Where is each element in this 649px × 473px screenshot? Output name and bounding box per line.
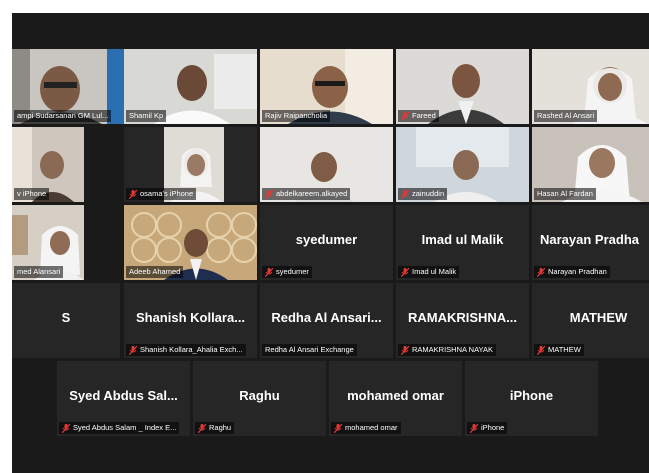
participant-display-name: iPhone [509,388,554,403]
mic-muted-icon [401,189,409,199]
participant-tile[interactable]: syedumer syedumer [260,205,393,280]
participant-display-name: mohamed omar [347,388,444,403]
mic-muted-icon [265,189,273,199]
participant-display-name: Syed Abdus Sal... [69,388,178,403]
mic-muted-icon [62,423,70,433]
participant-display-name: RAMAKRISHNA... [407,310,518,325]
mic-muted-icon [129,345,137,355]
mic-muted-icon [334,423,342,433]
mic-muted-icon [198,423,206,433]
participant-tile[interactable]: zainuddin [396,127,529,202]
participant-name-label: zainuddin [398,188,448,200]
participant-tile[interactable]: Narayan Pradha Narayan Pradhan [532,205,649,280]
mic-muted-icon [537,345,545,355]
participant-tile[interactable]: Fareed [396,49,529,124]
participant-tile[interactable]: Adeeb Ahamed [124,205,257,280]
participant-tile[interactable]: Hasan Al Fardan [532,127,649,202]
participant-display-name: syedumer [295,232,358,247]
participant-name-label: Narayan Pradhan [534,266,610,278]
participant-name-label: Shamil Kp [126,110,167,122]
participant-tile[interactable]: RAMAKRISHNA... RAMAKRISHNA NAYAK [396,283,529,358]
mic-muted-icon [470,423,478,433]
participant-tile[interactable]: abdelkareem.alkayed [260,127,393,202]
participant-tile[interactable]: med Alansari [12,205,84,280]
participant-name-label: Rajiv Raipancholia [262,110,331,122]
participant-tile[interactable]: Shanish Kollara... Shanish Kollara_Ahali… [124,283,257,358]
participant-tile[interactable]: Shamil Kp [124,49,257,124]
participant-name-label: mohamed omar [331,422,401,434]
participant-display-name: Redha Al Ansari... [271,310,382,325]
participant-tile[interactable]: MATHEW MATHEW [532,283,649,358]
mic-muted-icon [401,267,409,277]
participant-name-label: Rashed Al Ansari [534,110,598,122]
participant-name-label: Shanish Kollara_Ahalia Exch... [126,344,246,356]
participant-name-label: med Alansari [14,266,64,278]
mic-muted-icon [265,267,273,277]
mic-muted-icon [537,267,545,277]
participant-display-name: Imad ul Malik [421,232,504,247]
participant-name-label: Adeeb Ahamed [126,266,184,278]
participant-name-label: syedumer [262,266,312,278]
participant-tile[interactable]: Imad ul Malik Imad ul Malik [396,205,529,280]
mic-muted-icon [129,189,137,199]
video-grid: ampi Sudarsanan GM Lul... Shamil Kp Raji… [12,13,649,473]
mic-muted-icon [401,345,409,355]
participant-tile[interactable]: Raghu Raghu [193,361,326,436]
participant-name-label: Hasan Al Fardan [534,188,596,200]
participant-display-name: Narayan Pradha [540,232,639,247]
participant-name-label: MATHEW [534,344,584,356]
participant-name-label: Raghu [195,422,235,434]
participant-tile[interactable]: Syed Abdus Sal... Syed Abdus Salam _ Ind… [57,361,190,436]
participant-display-name: Shanish Kollara... [135,310,246,325]
participant-name-label: Syed Abdus Salam _ Index E... [59,422,180,434]
participant-name-label: Imad ul Malik [398,266,460,278]
participant-name-label: v iPhone [14,188,50,200]
participant-name-label: Redha Al Ansari Exchange [262,344,357,356]
participant-tile[interactable]: osama's iPhone [124,127,257,202]
participant-name-label: Fareed [398,110,439,122]
participant-display-name: Raghu [239,388,280,403]
participant-display-name: S [61,310,71,325]
participant-tile[interactable]: Redha Al Ansari... Redha Al Ansari Excha… [260,283,393,358]
participant-tile[interactable]: iPhone iPhone [465,361,598,436]
participant-tile[interactable]: mohamed omar mohamed omar [329,361,462,436]
participant-tile[interactable]: v iPhone [12,127,84,202]
participant-name-label: RAMAKRISHNA NAYAK [398,344,496,356]
participant-tile-active-speaker[interactable]: Rajiv Raipancholia [260,49,393,124]
participant-name-label: iPhone [467,422,508,434]
participant-name-label: osama's iPhone [126,188,197,200]
participant-name-label: abdelkareem.alkayed [262,188,351,200]
mic-muted-icon [401,111,409,121]
participant-tile[interactable]: Rashed Al Ansari [532,49,649,124]
participant-display-name: MATHEW [569,310,628,325]
participant-name-label: ampi Sudarsanan GM Lul... [14,110,112,122]
participant-tile[interactable]: S [12,283,120,358]
